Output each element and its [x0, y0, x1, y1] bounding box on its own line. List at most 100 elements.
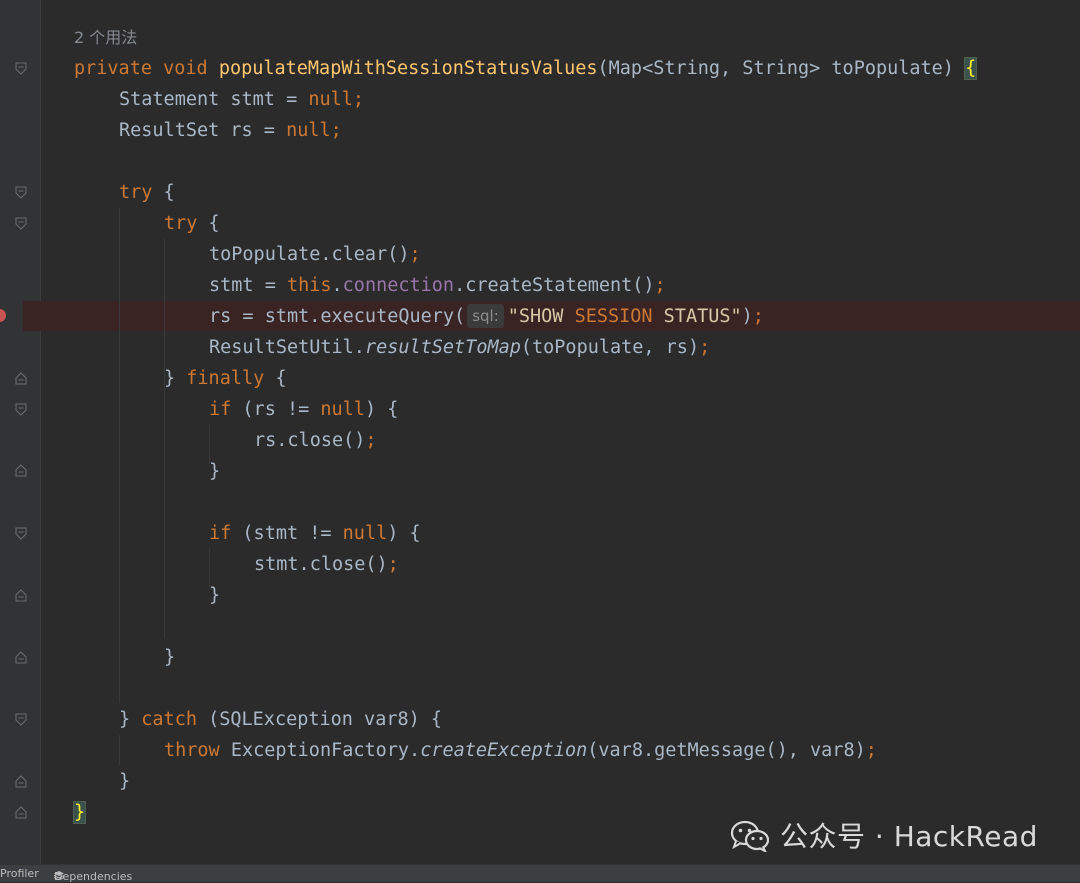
code-line[interactable]: stmt.close();: [254, 549, 399, 580]
code-text: (toPopulate, rs): [520, 337, 700, 358]
watermark: 公众号 · HackRead: [730, 817, 1038, 857]
keyword: null: [320, 399, 365, 420]
semicolon: ;: [330, 120, 342, 141]
code-text: Statement stmt =: [119, 89, 309, 110]
code-line[interactable]: toPopulate.clear();: [209, 239, 421, 270]
fold-open-icon[interactable]: [15, 527, 27, 540]
keyword: if: [209, 523, 232, 544]
tool-tab-label: Dependencies: [54, 870, 133, 883]
keyword: throw: [164, 740, 220, 761]
static-method: resultSetToMap: [364, 337, 521, 358]
code-line[interactable]: rs.close();: [254, 425, 377, 456]
code-line[interactable]: }: [209, 456, 220, 487]
fold-close-icon[interactable]: [15, 806, 27, 819]
keyword: try: [119, 182, 153, 203]
code-text: ) {: [364, 399, 399, 420]
code-text: (var8.getMessage(), var8): [587, 740, 866, 761]
code-text: ResultSetUtil.: [209, 337, 365, 358]
code-line[interactable]: } catch (SQLException var8) {: [119, 704, 442, 735]
code-line[interactable]: }: [164, 642, 175, 673]
editor-gutter[interactable]: [0, 0, 40, 864]
code-text: ): [741, 306, 753, 327]
code-text: (SQLException var8) {: [196, 709, 443, 730]
semicolon: ;: [752, 306, 764, 327]
matched-brace: }: [72, 801, 87, 824]
string-literal-sql-keyword: SESSION: [574, 306, 653, 327]
code-line[interactable]: }: [119, 766, 130, 797]
code-text: }: [209, 461, 221, 482]
matched-brace: {: [964, 57, 978, 80]
keyword: null: [286, 120, 331, 141]
fold-close-icon[interactable]: [15, 775, 27, 788]
code-text: }: [164, 368, 187, 389]
code-line[interactable]: try {: [164, 208, 220, 239]
code-line[interactable]: try {: [119, 177, 175, 208]
string-literal: "SHOW: [507, 306, 575, 327]
code-line[interactable]: if (rs != null) {: [209, 394, 398, 425]
code-line[interactable]: throw ExceptionFactory.createException(v…: [164, 735, 877, 766]
field-name: connection: [342, 275, 455, 296]
code-line[interactable]: rs = stmt.executeQuery(sql: "SHOW SESSION…: [209, 301, 764, 332]
keyword: finally: [186, 368, 265, 389]
semicolon: ;: [352, 89, 365, 110]
code-line[interactable]: ResultSet rs = null;: [119, 115, 342, 146]
code-text: }: [209, 585, 221, 606]
fold-close-icon[interactable]: [15, 372, 27, 385]
code-text: }: [164, 647, 176, 668]
semicolon: ;: [699, 337, 711, 358]
keyword: null: [342, 523, 388, 544]
keyword: this: [286, 275, 332, 296]
fold-open-icon[interactable]: [15, 713, 27, 726]
wechat-icon: [730, 820, 770, 863]
code-text: .createStatement(): [454, 275, 655, 296]
semicolon: ;: [365, 430, 377, 451]
code-line[interactable]: if (stmt != null) {: [209, 518, 421, 549]
semicolon: ;: [409, 244, 421, 265]
keyword: private: [74, 58, 152, 79]
code-line[interactable]: ResultSetUtil.resultSetToMap(toPopulate,…: [209, 332, 710, 363]
code-text: (Map<String, String> toPopulate): [597, 58, 966, 79]
fold-open-icon[interactable]: [15, 403, 27, 416]
code-text: stmt =: [209, 275, 287, 296]
code-text: toPopulate.clear(): [209, 244, 410, 265]
semicolon: ;: [865, 740, 877, 761]
code-text: {: [152, 182, 175, 203]
tool-tab-profiler[interactable]: Profiler: [0, 868, 39, 880]
code-text: (stmt !=: [231, 523, 343, 544]
code-text: .: [331, 275, 343, 296]
indent-guide: [119, 208, 120, 703]
code-line[interactable]: }: [209, 580, 220, 611]
fold-close-icon[interactable]: [15, 464, 27, 477]
fold-close-icon[interactable]: [15, 589, 27, 602]
fold-open-icon[interactable]: [15, 62, 27, 75]
fold-close-icon[interactable]: [15, 651, 27, 664]
code-line[interactable]: stmt = this.connection.createStatement()…: [209, 270, 666, 301]
usage-count-hint[interactable]: 2 个用法: [74, 26, 137, 50]
code-text: ExceptionFactory.: [219, 740, 421, 761]
code-text: }: [119, 709, 142, 730]
keyword: void: [163, 58, 208, 79]
method-name: populateMapWithSessionStatusValues: [218, 58, 598, 79]
code-line[interactable]: private void populateMapWithSessionStatu…: [74, 53, 978, 84]
watermark-text: 公众号 · HackRead: [780, 820, 1038, 853]
indent-guide: [164, 239, 165, 639]
code-text: rs.close(): [254, 430, 366, 451]
code-text: ResultSet rs =: [119, 120, 287, 141]
keyword: if: [209, 399, 232, 420]
parameter-hint: sql:: [467, 304, 504, 328]
fold-open-icon[interactable]: [15, 217, 27, 230]
bottom-tool-bar: Profiler Dependencies: [0, 864, 1080, 883]
code-line[interactable]: }: [72, 797, 87, 828]
code-text: rs = stmt.executeQuery(: [209, 306, 466, 327]
semicolon: ;: [387, 554, 399, 575]
semicolon: ;: [654, 275, 666, 296]
keyword: try: [164, 213, 198, 234]
string-literal: STATUS": [652, 306, 742, 327]
static-method: createException: [420, 740, 588, 761]
keyword: catch: [141, 709, 197, 730]
code-text: (rs !=: [231, 399, 321, 420]
fold-open-icon[interactable]: [15, 186, 27, 199]
code-text: ) {: [387, 523, 421, 544]
code-line[interactable]: } finally {: [164, 363, 287, 394]
code-line[interactable]: Statement stmt = null;: [119, 84, 364, 115]
